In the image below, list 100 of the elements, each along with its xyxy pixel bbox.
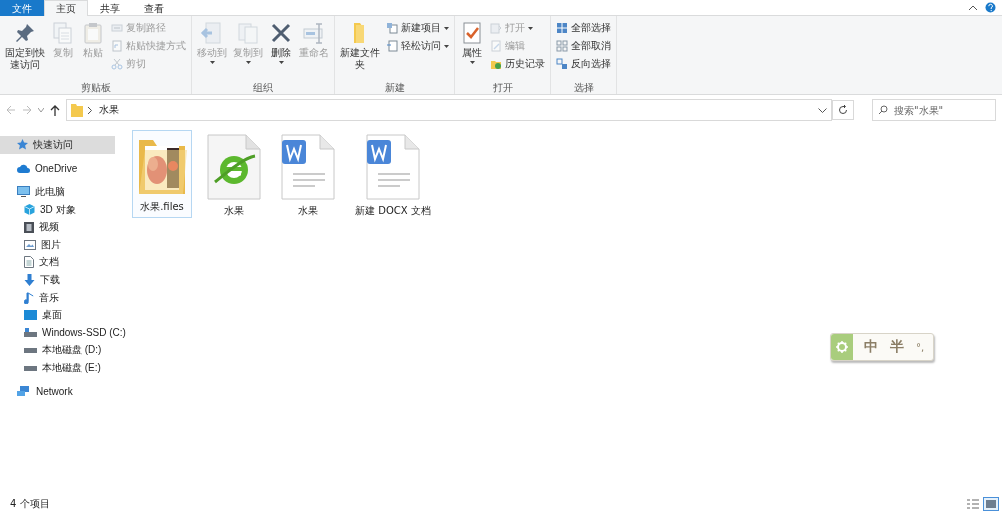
file-item[interactable]: 水果 bbox=[276, 130, 340, 222]
group-label: 选择 bbox=[572, 81, 595, 94]
sidebar-item[interactable]: 下载 bbox=[0, 271, 115, 289]
ribbon-button[interactable]: 固定到快速访问 bbox=[3, 18, 47, 81]
file-item[interactable]: 新建 DOCX 文档 bbox=[350, 130, 436, 222]
dropdown-icon bbox=[818, 107, 827, 113]
ribbon-button[interactable]: 历史记录 bbox=[488, 56, 547, 72]
search-icon bbox=[878, 105, 888, 115]
breadcrumb-item[interactable]: 水果 bbox=[97, 103, 121, 117]
ribbon-button[interactable]: 新建项目 bbox=[384, 20, 451, 36]
large-icons-view-icon bbox=[985, 499, 997, 509]
cloud-icon bbox=[17, 163, 30, 173]
history-icon bbox=[490, 58, 502, 70]
desktop-icon bbox=[24, 310, 37, 321]
recent-locations-button[interactable] bbox=[38, 108, 44, 112]
word-file-icon bbox=[365, 134, 420, 200]
gear-icon bbox=[836, 341, 848, 353]
scissors-icon bbox=[111, 58, 123, 70]
view-toggle[interactable] bbox=[965, 497, 981, 511]
refresh-button[interactable] bbox=[832, 100, 854, 120]
music-note-icon bbox=[24, 291, 34, 304]
sidebar-item[interactable]: 桌面 bbox=[0, 306, 115, 324]
edit-icon bbox=[490, 40, 502, 52]
shortcut-icon bbox=[111, 40, 123, 52]
star-icon bbox=[17, 139, 28, 151]
ribbon-button[interactable]: 反向选择 bbox=[554, 56, 613, 72]
easy-access-icon bbox=[386, 40, 398, 52]
group-label: 新建 bbox=[383, 81, 406, 94]
invert-selection-icon bbox=[556, 58, 568, 70]
sidebar-item[interactable]: Network bbox=[0, 382, 115, 401]
refresh-icon bbox=[838, 105, 848, 115]
select-none-icon bbox=[556, 40, 568, 52]
select-all-icon bbox=[556, 22, 568, 34]
sidebar-item[interactable]: Windows-SSD (C:) bbox=[0, 323, 128, 342]
collapse-icon bbox=[969, 5, 977, 10]
properties-icon bbox=[460, 21, 484, 45]
ribbon-button[interactable]: 属性 bbox=[458, 18, 486, 81]
up-arrow-icon bbox=[50, 104, 60, 116]
download-arrow-icon bbox=[24, 273, 35, 286]
group-label: 剪贴板 bbox=[79, 81, 112, 94]
copy-to-icon bbox=[236, 21, 260, 45]
status-text: 4 个项目 bbox=[10, 497, 50, 511]
rename-icon bbox=[302, 21, 326, 45]
ribbon-button[interactable]: 轻松访问 bbox=[384, 38, 451, 54]
search-field[interactable]: 搜索"水果" bbox=[872, 99, 996, 121]
ime-mode-toggle[interactable]: 半 bbox=[889, 338, 905, 356]
up-button[interactable] bbox=[50, 104, 60, 116]
network-icon bbox=[17, 386, 31, 397]
sidebar-item[interactable]: 3D 对象 bbox=[0, 200, 115, 219]
ime-toolbar[interactable]: 中 半 °, bbox=[830, 333, 935, 361]
monitor-icon bbox=[17, 186, 30, 198]
sidebar-item[interactable]: 音乐 bbox=[0, 288, 115, 307]
cube-icon bbox=[24, 204, 35, 216]
drive-icon bbox=[24, 347, 37, 354]
sidebar-item[interactable]: 本地磁盘 (E:) bbox=[0, 359, 115, 377]
image-icon bbox=[24, 239, 36, 250]
web-file-icon bbox=[207, 134, 261, 200]
details-view-icon bbox=[967, 499, 979, 509]
group-label: 打开 bbox=[491, 81, 514, 94]
address-bar[interactable]: 水果 bbox=[66, 99, 832, 121]
ime-mode-toggle[interactable]: 中 bbox=[863, 338, 879, 356]
copy-path-icon bbox=[111, 22, 123, 34]
file-item[interactable]: 水果.files bbox=[132, 130, 192, 218]
file-item[interactable]: 水果 bbox=[202, 130, 266, 222]
folder-icon bbox=[71, 103, 83, 117]
chevron-icon bbox=[88, 106, 92, 114]
ribbon-button[interactable]: 全部取消 bbox=[554, 38, 613, 54]
sidebar-item[interactable]: 视频 bbox=[0, 218, 115, 236]
sidebar-item[interactable]: OneDrive bbox=[0, 159, 115, 178]
sidebar-item[interactable]: 文档 bbox=[0, 253, 115, 272]
move-to-icon bbox=[200, 21, 224, 45]
ribbon-button[interactable]: 删除 bbox=[267, 18, 295, 81]
caret-icon bbox=[38, 108, 44, 112]
copy-icon bbox=[51, 21, 75, 45]
open-icon bbox=[490, 22, 502, 34]
new-item-icon bbox=[386, 22, 398, 34]
group-label: 组织 bbox=[252, 81, 274, 94]
delete-icon bbox=[269, 21, 293, 45]
ribbon-tab[interactable]: 共享 bbox=[88, 0, 132, 16]
ribbon-tab[interactable]: 文件 bbox=[0, 0, 44, 16]
ribbon-button[interactable]: 新建文件夹 bbox=[338, 18, 382, 81]
drive-icon bbox=[24, 364, 37, 371]
back-button[interactable] bbox=[6, 105, 16, 115]
sidebar-item[interactable]: 图片 bbox=[0, 235, 115, 254]
view-toggle[interactable] bbox=[983, 497, 999, 511]
ribbon-button[interactable]: 全部选择 bbox=[554, 20, 613, 36]
back-arrow-icon bbox=[6, 105, 16, 115]
sidebar-item[interactable]: 此电脑 bbox=[0, 183, 115, 201]
ribbon-tab[interactable]: 查看 bbox=[132, 0, 176, 16]
document-icon bbox=[24, 256, 34, 269]
sidebar-item[interactable]: 快速访问 bbox=[0, 136, 115, 154]
forward-button[interactable] bbox=[22, 105, 32, 115]
ime-mode-toggle[interactable]: °, bbox=[915, 341, 926, 353]
word-file-icon bbox=[281, 134, 335, 200]
ribbon-tab[interactable]: 主页 bbox=[44, 0, 88, 16]
drive-icon bbox=[24, 328, 37, 338]
clipboard-icon bbox=[81, 21, 105, 45]
forward-arrow-icon bbox=[22, 105, 32, 115]
film-icon bbox=[24, 221, 34, 233]
sidebar-item[interactable]: 本地磁盘 (D:) bbox=[0, 341, 115, 360]
